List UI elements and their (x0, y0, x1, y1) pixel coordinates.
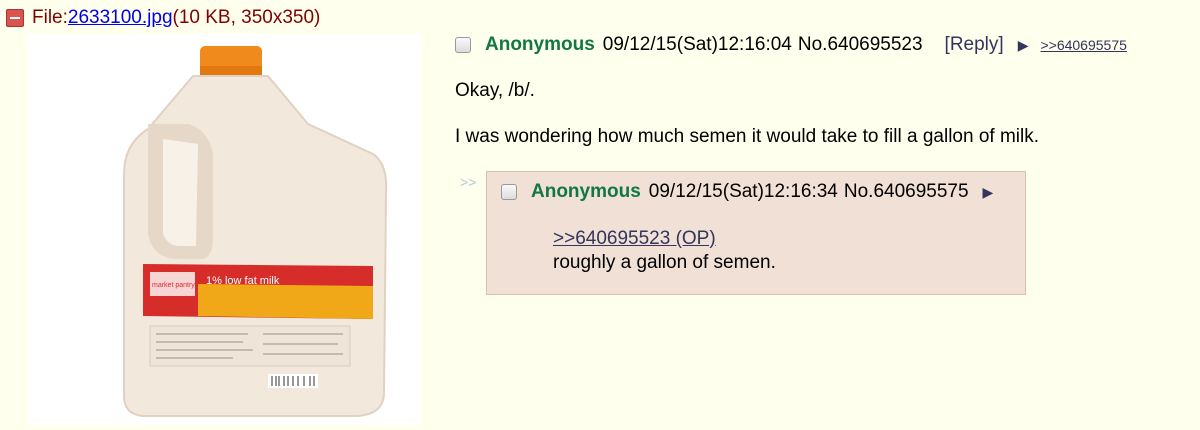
reply-link[interactable]: [Reply] (945, 34, 1004, 56)
reply-select-checkbox[interactable] (501, 184, 517, 200)
milk-jug-image: 1% low fat milk market pantry (122, 46, 388, 417)
op-post: Anonymous 09/12/15(Sat)12:16:04 No.64069… (455, 30, 1190, 147)
milk-label-text: 1% low fat milk (206, 275, 280, 287)
op-message-line-2: I was wondering how much semen it would … (455, 126, 1039, 147)
op-poster-name: Anonymous (485, 34, 595, 55)
reply-post-header: Anonymous 09/12/15(Sat)12:16:34 No.64069… (501, 177, 1005, 207)
file-info: File: 2633100.jpg (10 KB, 350x350) (6, 6, 320, 30)
reply-post: Anonymous 09/12/15(Sat)12:16:34 No.64069… (486, 171, 1026, 295)
op-post-header: Anonymous 09/12/15(Sat)12:16:04 No.64069… (455, 30, 1190, 60)
reply-marker: >> (460, 174, 477, 190)
reply-poster-name: Anonymous (531, 181, 641, 202)
file-meta: (10 KB, 350x350) (172, 7, 321, 28)
op-select-checkbox[interactable] (455, 37, 471, 53)
reply-post-number[interactable]: No.640695575 (844, 181, 969, 203)
post-menu-arrow-icon[interactable]: ▶ (1018, 37, 1029, 54)
reply-datetime: 09/12/15(Sat)12:16:34 (648, 181, 838, 202)
op-backlink[interactable]: >>640695575 (1040, 37, 1126, 53)
op-message-line-1: Okay, /b/. (455, 80, 535, 101)
file-link[interactable]: 2633100.jpg (68, 6, 173, 30)
op-datetime: 09/12/15(Sat)12:16:04 (602, 34, 792, 55)
post-image-thumbnail[interactable]: 1% low fat milk market pantry (28, 34, 420, 425)
reply-quote-link[interactable]: >>640695523 (OP) (553, 228, 716, 250)
hide-post-icon[interactable] (6, 9, 24, 27)
file-prefix: File: (32, 7, 68, 28)
milk-brand-text: market pantry (152, 282, 195, 289)
reply-message: roughly a gallon of semen. (553, 252, 776, 273)
op-post-number[interactable]: No.640695523 (798, 34, 923, 56)
reply-menu-arrow-icon[interactable]: ▶ (983, 184, 994, 201)
